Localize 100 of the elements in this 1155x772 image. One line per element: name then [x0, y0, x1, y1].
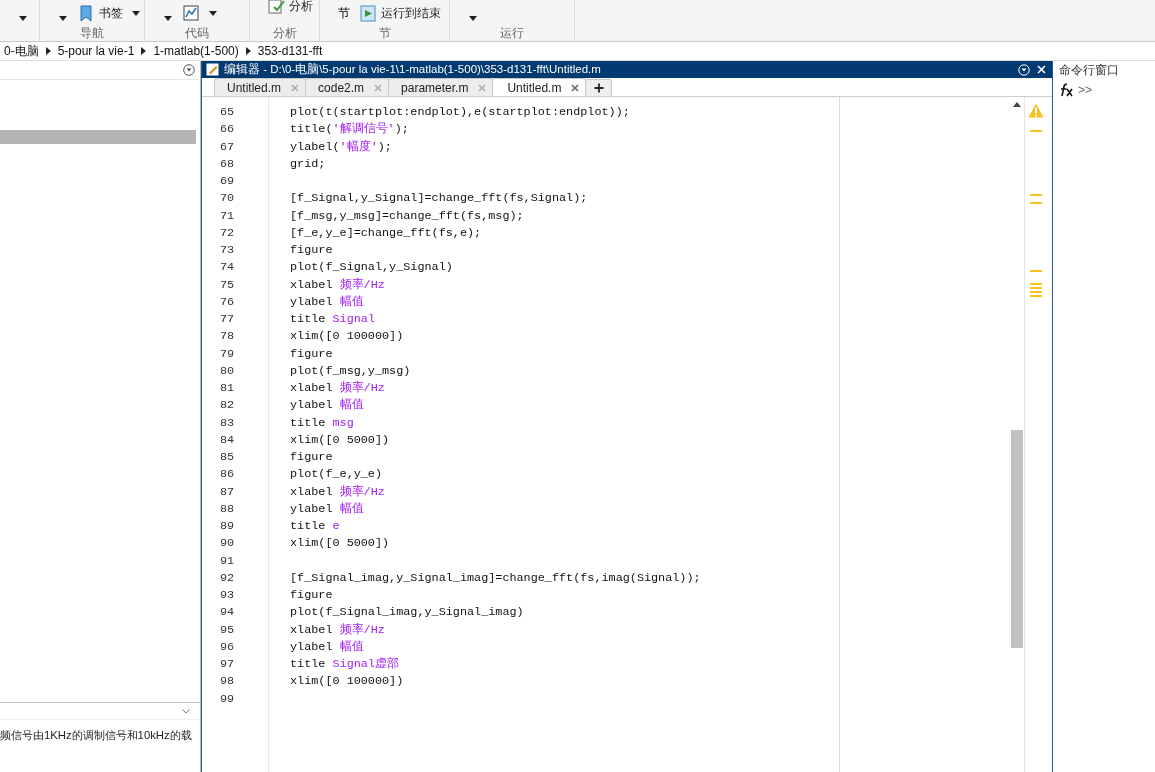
code-line: figure	[290, 587, 334, 604]
file-description: 频信号由1KHz的调制信号和10kHz的载	[0, 728, 193, 743]
line-number: 83	[219, 414, 236, 432]
code-line: title msg	[290, 414, 355, 432]
warning-icon	[1028, 103, 1044, 118]
code-line: title e	[290, 518, 341, 535]
line-number: 82	[219, 397, 236, 415]
code-line: [f_Signal,y_Signal]=change_fft(fs,Signal);	[290, 190, 589, 208]
warning-marker[interactable]	[1030, 270, 1042, 272]
code-line: [f_msg,y_msg]=change_fft(fs,msg);	[290, 207, 525, 225]
group-label: 代码	[184, 27, 210, 41]
warning-marker[interactable]	[1030, 287, 1042, 289]
line-number: 70	[219, 190, 236, 208]
code-line: ylabel('幅度');	[290, 138, 393, 156]
chevron-down-icon	[182, 708, 190, 714]
close-icon	[374, 83, 383, 92]
line-number: 81	[219, 380, 236, 397]
warning-marker[interactable]	[1030, 291, 1042, 293]
command-prompt[interactable]: >>	[1078, 83, 1092, 97]
line-number: 96	[219, 638, 236, 656]
line-number: 67	[219, 138, 236, 156]
code-line: xlabel 频率/Hz	[290, 276, 386, 294]
line-number: 65	[219, 104, 236, 121]
code-line: xlim([0 5000])	[290, 431, 391, 449]
close-icon	[571, 83, 580, 92]
file-tab[interactable]: parameter.m	[388, 78, 494, 96]
scrollbar-thumb[interactable]	[1011, 430, 1023, 648]
dropdown-menu-icon	[183, 64, 195, 76]
line-number: 76	[219, 293, 236, 311]
breadcrumb-item[interactable]: 353-d131-fft	[257, 44, 323, 58]
selected-row[interactable]	[0, 130, 196, 144]
code-line: xlabel 频率/Hz	[290, 621, 386, 639]
panel-menu-button[interactable]	[1018, 63, 1030, 76]
section-button[interactable]: 节	[338, 5, 350, 22]
line-number: 71	[219, 207, 236, 225]
file-tab[interactable]: Untitled.m	[214, 78, 307, 96]
bookmark-icon	[78, 5, 95, 22]
code-line: xlabel 频率/Hz	[290, 380, 386, 397]
line-number: 85	[219, 449, 236, 466]
line-number: 68	[219, 155, 236, 173]
line-number: 78	[219, 328, 236, 346]
code-line: figure	[290, 345, 334, 363]
caret-icon	[58, 14, 68, 22]
code-line: plot(f_msg,y_msg)	[290, 362, 412, 380]
code-line: xlim([0 100000])	[290, 328, 405, 346]
close-icon	[478, 83, 487, 92]
warning-marker[interactable]	[1030, 194, 1042, 196]
warning-marker[interactable]	[1030, 130, 1042, 132]
dropdown-menu-icon	[1018, 63, 1030, 76]
code-line: xlim([0 100000])	[290, 673, 405, 691]
warning-marker[interactable]	[1030, 295, 1042, 297]
close-button[interactable]	[1035, 65, 1048, 74]
code-line: plot(t(startplot:endplot),e(startplot:endplot));	[290, 104, 631, 121]
window-title: 编辑器 - D:\0-电脑\5-pour la vie-1\1-matlab(1-500)\353-d131-fft\Untitled.m	[224, 62, 602, 77]
toolbar-button[interactable]: 分析	[268, 0, 313, 15]
scroll-up-icon	[1013, 102, 1021, 107]
line-number: 95	[219, 621, 236, 639]
close-icon	[1037, 65, 1046, 74]
line-number: 80	[219, 362, 236, 380]
line-number: 86	[219, 466, 236, 484]
warning-marker[interactable]	[1030, 202, 1042, 204]
line-number: 84	[219, 431, 236, 449]
breadcrumb-item[interactable]: 5-pour la vie-1	[57, 44, 135, 58]
panel-title: 命令行窗口	[1059, 63, 1120, 78]
line-number: 74	[219, 259, 236, 277]
group-label: 运行	[499, 27, 525, 41]
code-line: grid;	[290, 155, 327, 173]
group-label: 分析	[271, 27, 298, 41]
group-label: 导航	[79, 27, 105, 41]
code-line: ylabel 幅值	[290, 500, 365, 518]
code-line: plot(f_Signal_imag,y_Signal_imag)	[290, 604, 525, 622]
line-number: 66	[219, 121, 236, 139]
toolbar-button[interactable]: 书签	[78, 5, 141, 22]
code-line: plot(f_Signal,y_Signal)	[290, 259, 454, 277]
line-number: 91	[219, 552, 236, 570]
line-number: 87	[219, 483, 236, 501]
code-line: ylabel 幅值	[290, 397, 365, 415]
code-line: ylabel 幅值	[290, 293, 365, 311]
code-line: xlim([0 5000])	[290, 535, 391, 553]
dropdown-button[interactable]	[183, 5, 218, 22]
toolbar-button[interactable]: 运行到结束	[360, 5, 441, 22]
new-tab-button[interactable]	[585, 79, 613, 96]
breadcrumb-item[interactable]: 0-电脑	[4, 42, 39, 60]
code-line: title Signal虚部	[290, 656, 400, 673]
line-number: 77	[219, 311, 236, 328]
code-line: [f_e,y_e]=change_fft(fs,e);	[290, 224, 483, 242]
breadcrumb-item[interactable]: 1-matlab(1-500)	[153, 44, 239, 58]
file-tab[interactable]: code2.m	[305, 78, 390, 96]
line-number: 88	[219, 500, 236, 518]
line-number: 92	[219, 569, 236, 587]
line-number: 93	[219, 587, 236, 604]
warning-marker[interactable]	[1030, 283, 1042, 285]
plus-icon	[593, 83, 604, 93]
code-line: [f_Signal_imag,y_Signal_imag]=change_fft(fs,imag(Signal));	[290, 569, 702, 587]
line-number: 72	[219, 224, 236, 242]
code-line: figure	[290, 449, 334, 466]
line-number: 89	[219, 518, 236, 535]
line-number: 79	[219, 345, 236, 363]
code-line: title('解调信号');	[290, 121, 410, 139]
chart-icon	[183, 5, 200, 22]
